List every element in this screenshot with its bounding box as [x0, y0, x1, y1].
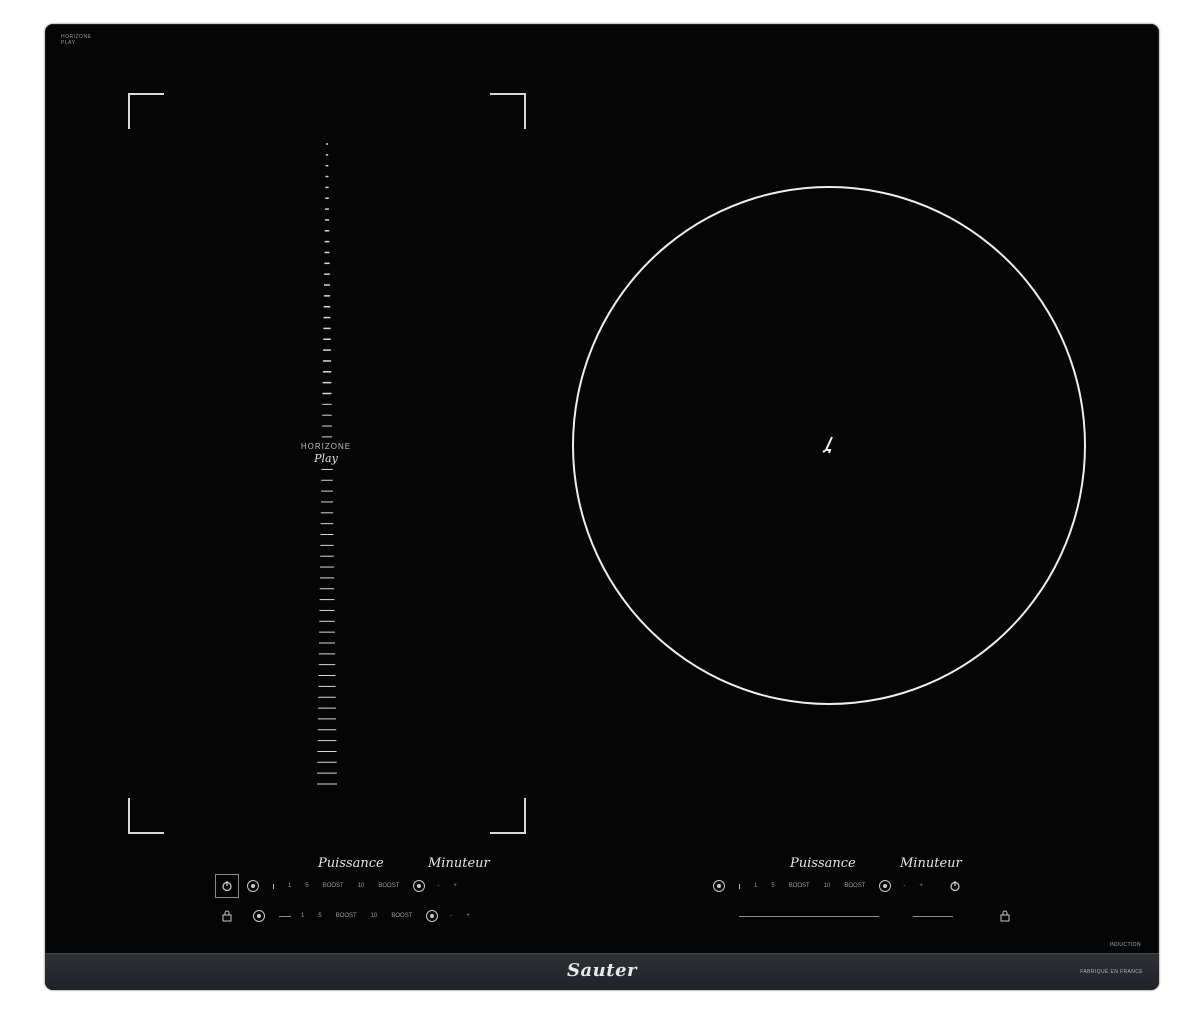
left-control-row-1: 1 5 BOOST 10 BOOST - +	[215, 874, 471, 898]
timer-minus[interactable]: -	[450, 913, 452, 919]
timer-icon[interactable]	[879, 880, 892, 892]
brand-logo: Sauter	[567, 960, 637, 981]
right-power-script: Puissance	[790, 856, 856, 871]
power-boost[interactable]: BOOST	[336, 913, 357, 919]
timer-plus[interactable]: +	[919, 883, 923, 889]
power-track-line	[279, 915, 291, 917]
right-control-panel: Puissance Minuteur 1 5 BOOST 10 BOOST - …	[713, 856, 1013, 936]
power-level-1[interactable]: 1	[754, 883, 757, 889]
horizone-label: HORIZONE Play	[291, 442, 361, 466]
zone-select-icon[interactable]	[247, 880, 259, 892]
power-level-5[interactable]: 5	[318, 913, 321, 919]
lock-icon[interactable]	[221, 910, 233, 922]
power-icon[interactable]	[949, 880, 961, 892]
power-level-10[interactable]: 10	[358, 883, 365, 889]
power-level-1[interactable]: 1	[301, 913, 304, 919]
power-button[interactable]	[215, 874, 239, 898]
right-timer-script: Minuteur	[900, 856, 962, 871]
induction-tag: INDUCTION	[1109, 942, 1141, 948]
timer-track-line	[913, 915, 953, 917]
left-control-panel: Puissance Minuteur 1 5 BOOST 10 BOOST - …	[210, 856, 510, 936]
power-track-line	[739, 915, 879, 917]
power-boost-max[interactable]: BOOST	[391, 913, 412, 919]
zone-select-icon[interactable]	[253, 910, 265, 922]
power-level-5[interactable]: 5	[771, 883, 774, 889]
timer-minus[interactable]: -	[437, 883, 439, 889]
power-boost-max[interactable]: BOOST	[844, 883, 865, 889]
zone-corner-top-left	[128, 93, 164, 129]
zone-corner-bottom-left	[128, 798, 164, 834]
power-icon	[222, 881, 232, 892]
power-boost-max[interactable]: BOOST	[378, 883, 399, 889]
brand-bar: Sauter FABRIQUÉ EN FRANCE	[45, 953, 1159, 990]
top-logo: HORIZONE PLAY	[61, 34, 92, 46]
timer-icon[interactable]	[426, 910, 439, 922]
slider-tick	[273, 883, 274, 889]
timer-plus[interactable]: +	[453, 883, 457, 889]
timer-icon[interactable]	[413, 880, 426, 892]
horizone-name: HORIZONE	[300, 442, 352, 451]
slider-tick	[739, 883, 740, 889]
power-boost[interactable]: BOOST	[323, 883, 344, 889]
left-power-script: Puissance	[318, 856, 384, 871]
horizone-script: Play	[314, 452, 338, 465]
lock-icon[interactable]	[999, 910, 1011, 922]
timer-minus[interactable]: -	[903, 883, 905, 889]
induction-cooktop: HORIZONE PLAY HORIZONE Play Puissance Mi…	[45, 24, 1159, 990]
power-level-10[interactable]: 10	[824, 883, 831, 889]
power-level-1[interactable]: 1	[288, 883, 291, 889]
zone-corner-top-right	[490, 93, 526, 129]
timer-plus[interactable]: +	[466, 913, 470, 919]
power-level-10[interactable]: 10	[371, 913, 378, 919]
left-timer-script: Minuteur	[428, 856, 490, 871]
zone-select-icon[interactable]	[713, 880, 725, 892]
power-level-5[interactable]: 5	[305, 883, 308, 889]
left-control-row-2: 1 5 BOOST 10 BOOST - +	[215, 908, 484, 924]
zone-marker-icon	[822, 436, 833, 454]
power-boost[interactable]: BOOST	[789, 883, 810, 889]
right-control-row: 1 5 BOOST 10 BOOST - +	[713, 878, 961, 894]
right-control-row-lower	[739, 908, 1011, 924]
zone-corner-bottom-right	[490, 798, 526, 834]
brand-footnote: FABRIQUÉ EN FRANCE	[1080, 969, 1143, 975]
